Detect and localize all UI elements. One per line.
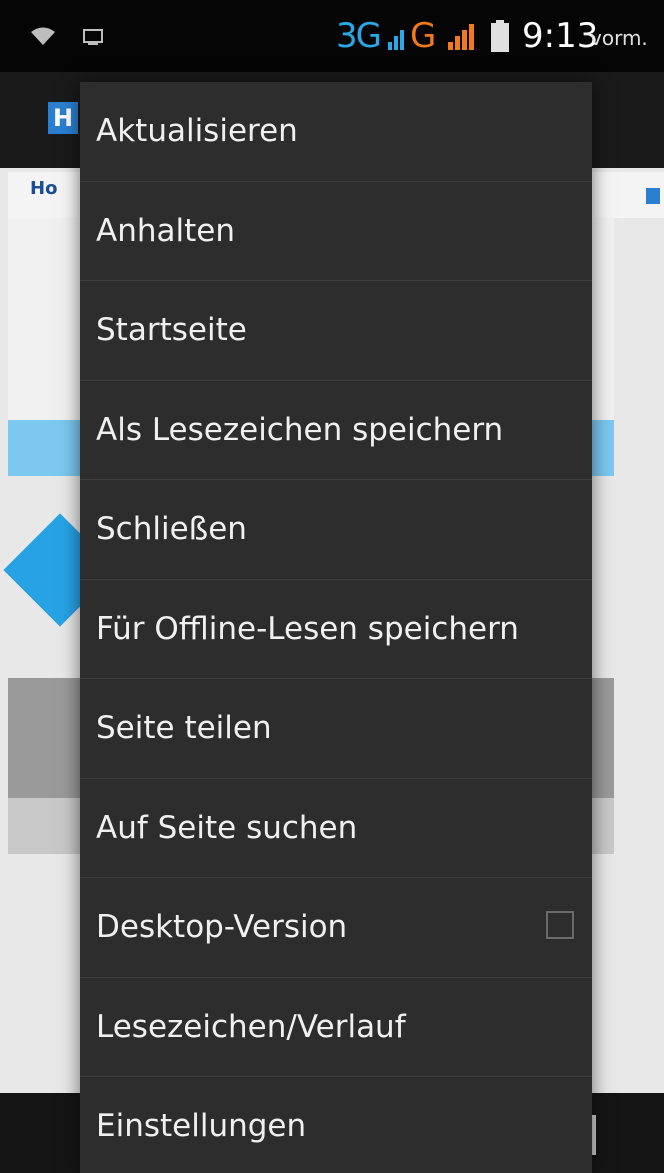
battery-icon — [491, 20, 509, 52]
menu-item-label: Desktop-Version — [96, 909, 348, 945]
bottom-bar-divider — [592, 1115, 596, 1155]
menu-item-stop[interactable]: Anhalten — [80, 182, 592, 281]
menu-item-settings[interactable]: Einstellungen — [80, 1077, 592, 1173]
menu-item-label: Aktualisieren — [96, 113, 298, 149]
menu-item-label: Seite teilen — [96, 710, 272, 746]
menu-item-save-bookmark[interactable]: Als Lesezeichen speichern — [80, 381, 592, 480]
network-g-label: G — [410, 16, 437, 56]
status-time: 9:13 — [522, 16, 599, 56]
menu-item-homepage[interactable]: Startseite — [80, 281, 592, 381]
menu-item-close[interactable]: Schließen — [80, 480, 592, 580]
menu-item-label: Einstellungen — [96, 1108, 307, 1144]
network-3g-label: 3G — [336, 16, 382, 56]
menu-item-desktop-version[interactable]: Desktop-Version — [80, 878, 592, 978]
signal-strength-icon — [448, 24, 474, 50]
menu-item-label: Für Offline-Lesen speichern — [96, 610, 519, 647]
menu-item-label: Anhalten — [96, 212, 235, 249]
overflow-menu: Aktualisieren Anhalten Startseite Als Le… — [80, 82, 592, 1173]
web-page-side-icon — [646, 188, 660, 204]
menu-item-label: Lesezeichen/Verlauf — [96, 1008, 406, 1045]
status-bar: 3G G 9:13 vorm. — [0, 0, 664, 72]
web-page-logo: Ho — [30, 178, 58, 199]
screen: 3G G 9:13 vorm. H Ho Aktualisieren Anhal… — [0, 0, 664, 1173]
menu-item-share-page[interactable]: Seite teilen — [80, 679, 592, 779]
menu-item-label: Als Lesezeichen speichern — [96, 411, 504, 448]
status-ampm: vorm. — [590, 26, 648, 50]
menu-item-label: Auf Seite suchen — [96, 809, 358, 846]
app-logo-icon: H — [48, 102, 78, 134]
menu-item-label: Schließen — [96, 511, 247, 547]
menu-item-refresh[interactable]: Aktualisieren — [80, 82, 592, 182]
signal-icon — [388, 30, 404, 50]
wifi-icon — [31, 27, 55, 45]
menu-item-save-offline[interactable]: Für Offline-Lesen speichern — [80, 580, 592, 679]
menu-item-bookmarks-history[interactable]: Lesezeichen/Verlauf — [80, 978, 592, 1077]
menu-item-find-on-page[interactable]: Auf Seite suchen — [80, 779, 592, 878]
desktop-version-checkbox[interactable] — [546, 911, 574, 939]
menu-item-label: Startseite — [96, 312, 247, 348]
screenshot-icon — [83, 29, 103, 45]
